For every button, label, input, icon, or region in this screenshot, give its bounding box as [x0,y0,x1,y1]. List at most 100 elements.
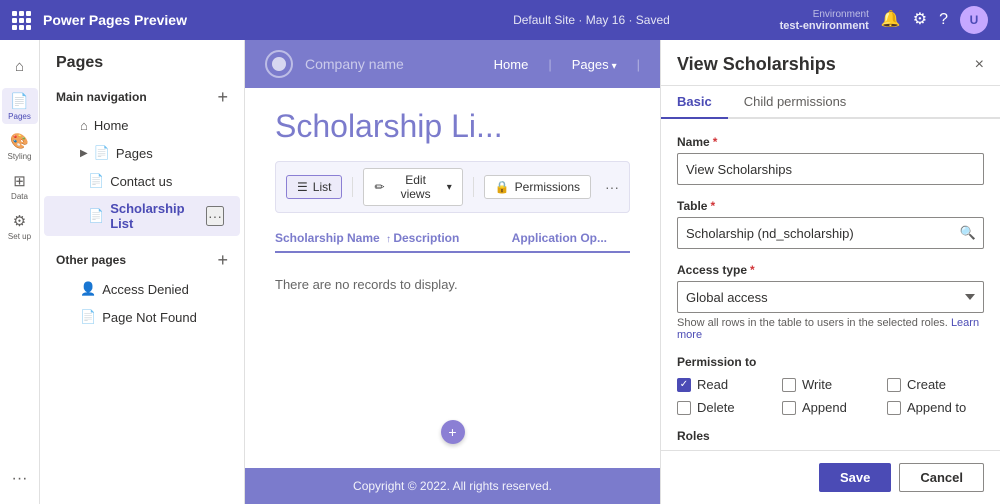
other-pages-label: Other pages [56,253,126,267]
nav-pages[interactable]: 📄 Pages [2,88,38,124]
nav-strip: ⌂ 📄 Pages 🎨 Styling ⊞ Data ⚙ Set up ··· [0,40,40,504]
notifications-button[interactable]: 🔔 [881,12,901,28]
append-checkbox[interactable] [782,401,796,415]
cancel-button[interactable]: Cancel [899,463,984,492]
footer-text: Copyright © 2022. All rights reserved. [353,479,552,493]
sidebar-item-home-label: Home [94,118,129,133]
app-title: Power Pages Preview [43,12,403,28]
sidebar-item-access-denied-label: Access Denied [102,282,189,297]
read-label: Read [697,377,728,392]
name-label: Name * [677,135,984,149]
access-type-required: * [750,263,755,277]
sidebar-item-access-denied[interactable]: 👤 Access Denied [44,276,240,302]
panel-close-button[interactable]: × [975,56,984,74]
content-area: Company name Home | Pages | Scholarship … [245,40,660,504]
preview-table-header: Scholarship Name ↑ Description Applicati… [275,225,630,253]
name-required: * [713,135,718,149]
permission-append: Append [782,400,879,415]
access-type-select[interactable]: Global access Contact Account [677,281,984,313]
append-to-label: Append to [907,400,966,415]
add-main-nav-button[interactable]: + [217,88,228,106]
access-denied-icon: 👤 [80,281,96,297]
main-area: ⌂ 📄 Pages 🎨 Styling ⊞ Data ⚙ Set up ··· … [0,40,1000,504]
sidebar-item-scholarship-label: Scholarship List [110,201,200,231]
sidebar-item-contact[interactable]: 📄 Contact us [44,168,240,194]
sidebar-item-pages-label: Pages [116,146,153,161]
save-button[interactable]: Save [819,463,891,492]
preview-nav-separator2: | [637,57,640,72]
nav-styling[interactable]: 🎨 Styling [2,128,38,164]
sidebar-item-home[interactable]: ⌂ Home [44,113,240,138]
env-name: test-environment [780,20,869,32]
preview-nav-pages[interactable]: Pages [572,57,617,72]
preview-logo [265,50,293,78]
nav-data[interactable]: ⊞ Data [2,168,38,204]
panel-body: Name * Table * 🔍 Access type [661,119,1000,450]
table-search-icon: 🔍 [960,225,976,241]
preview-logo-inner [272,57,286,71]
append-to-checkbox[interactable] [887,401,901,415]
add-other-page-button[interactable]: + [217,251,228,269]
col-application: Application Op... [512,231,630,245]
sort-icon: ↑ [386,234,391,245]
preview-nav: Home | Pages | [494,57,640,72]
tab-child-permissions[interactable]: Child permissions [728,86,863,119]
home-nav-icon: ⌂ [80,118,88,133]
preview-nav-home[interactable]: Home [494,57,529,72]
main-nav-section: Main navigation + [40,82,244,112]
preview-header: Company name Home | Pages | [245,40,660,88]
preview-footer: Copyright © 2022. All rights reserved. [245,468,660,504]
nav-more[interactable]: ··· [12,462,28,496]
list-icon: ☰ [297,180,308,194]
permissions-icon: 🔒 [495,180,510,194]
permission-write: Write [782,377,879,392]
table-field-group: Table * 🔍 [677,199,984,249]
sidebar-item-scholarship[interactable]: 📄 Scholarship List ··· [44,196,240,236]
resize-handle[interactable]: + [441,420,465,444]
sidebar-title: Pages [40,40,244,82]
permission-delete: Delete [677,400,774,415]
page-preview: Company name Home | Pages | Scholarship … [245,40,660,504]
sidebar-item-not-found-label: Page Not Found [102,310,197,325]
preview-nav-separator: | [548,57,551,72]
panel-header: View Scholarships × [661,40,1000,86]
scholarship-more-button[interactable]: ··· [206,206,224,226]
create-label: Create [907,377,946,392]
edit-views-chevron: ▾ [447,182,452,193]
nav-data-label: Data [11,192,28,201]
tab-basic[interactable]: Basic [661,86,728,119]
table-required: * [710,199,715,213]
read-checkbox[interactable] [677,378,691,392]
user-avatar[interactable]: U [960,6,988,34]
nav-setup-label: Set up [8,232,31,241]
name-input[interactable] [677,153,984,185]
write-checkbox[interactable] [782,378,796,392]
environment-info: Environment test-environment [780,9,869,32]
nav-setup[interactable]: ⚙ Set up [2,208,38,244]
list-view-button[interactable]: ☰ List [286,175,342,199]
panel-tabs: Basic Child permissions [661,86,1000,119]
grid-icon [12,11,31,30]
delete-checkbox[interactable] [677,401,691,415]
edit-views-button[interactable]: ✏ Edit views ▾ [363,168,462,206]
roles-label: Roles [677,429,984,443]
sidebar-item-pages[interactable]: ▶ 📄 Pages [44,140,240,166]
pages-icon: 📄 [10,92,29,110]
table-input[interactable] [677,217,984,249]
env-label: Environment [780,9,869,20]
permissions-button[interactable]: 🔒 Permissions [484,175,591,199]
settings-button[interactable]: ⚙ [913,12,927,28]
tab-basic-label: Basic [677,94,712,109]
nav-styling-label: Styling [7,152,31,161]
scholarship-nav-icon: 📄 [88,208,104,224]
toolbar-separator2 [473,177,474,197]
toolbar-more-button[interactable]: ··· [605,179,619,195]
topbar: Power Pages Preview Default Site · May 1… [0,0,1000,40]
sidebar-item-not-found[interactable]: 📄 Page Not Found [44,304,240,330]
create-checkbox[interactable] [887,378,901,392]
permissions-label: Permissions [515,180,580,194]
nav-home[interactable]: ⌂ [2,48,38,84]
col-scholarship-name: Scholarship Name ↑ [275,231,393,245]
help-button[interactable]: ? [939,12,948,28]
append-label: Append [802,400,847,415]
